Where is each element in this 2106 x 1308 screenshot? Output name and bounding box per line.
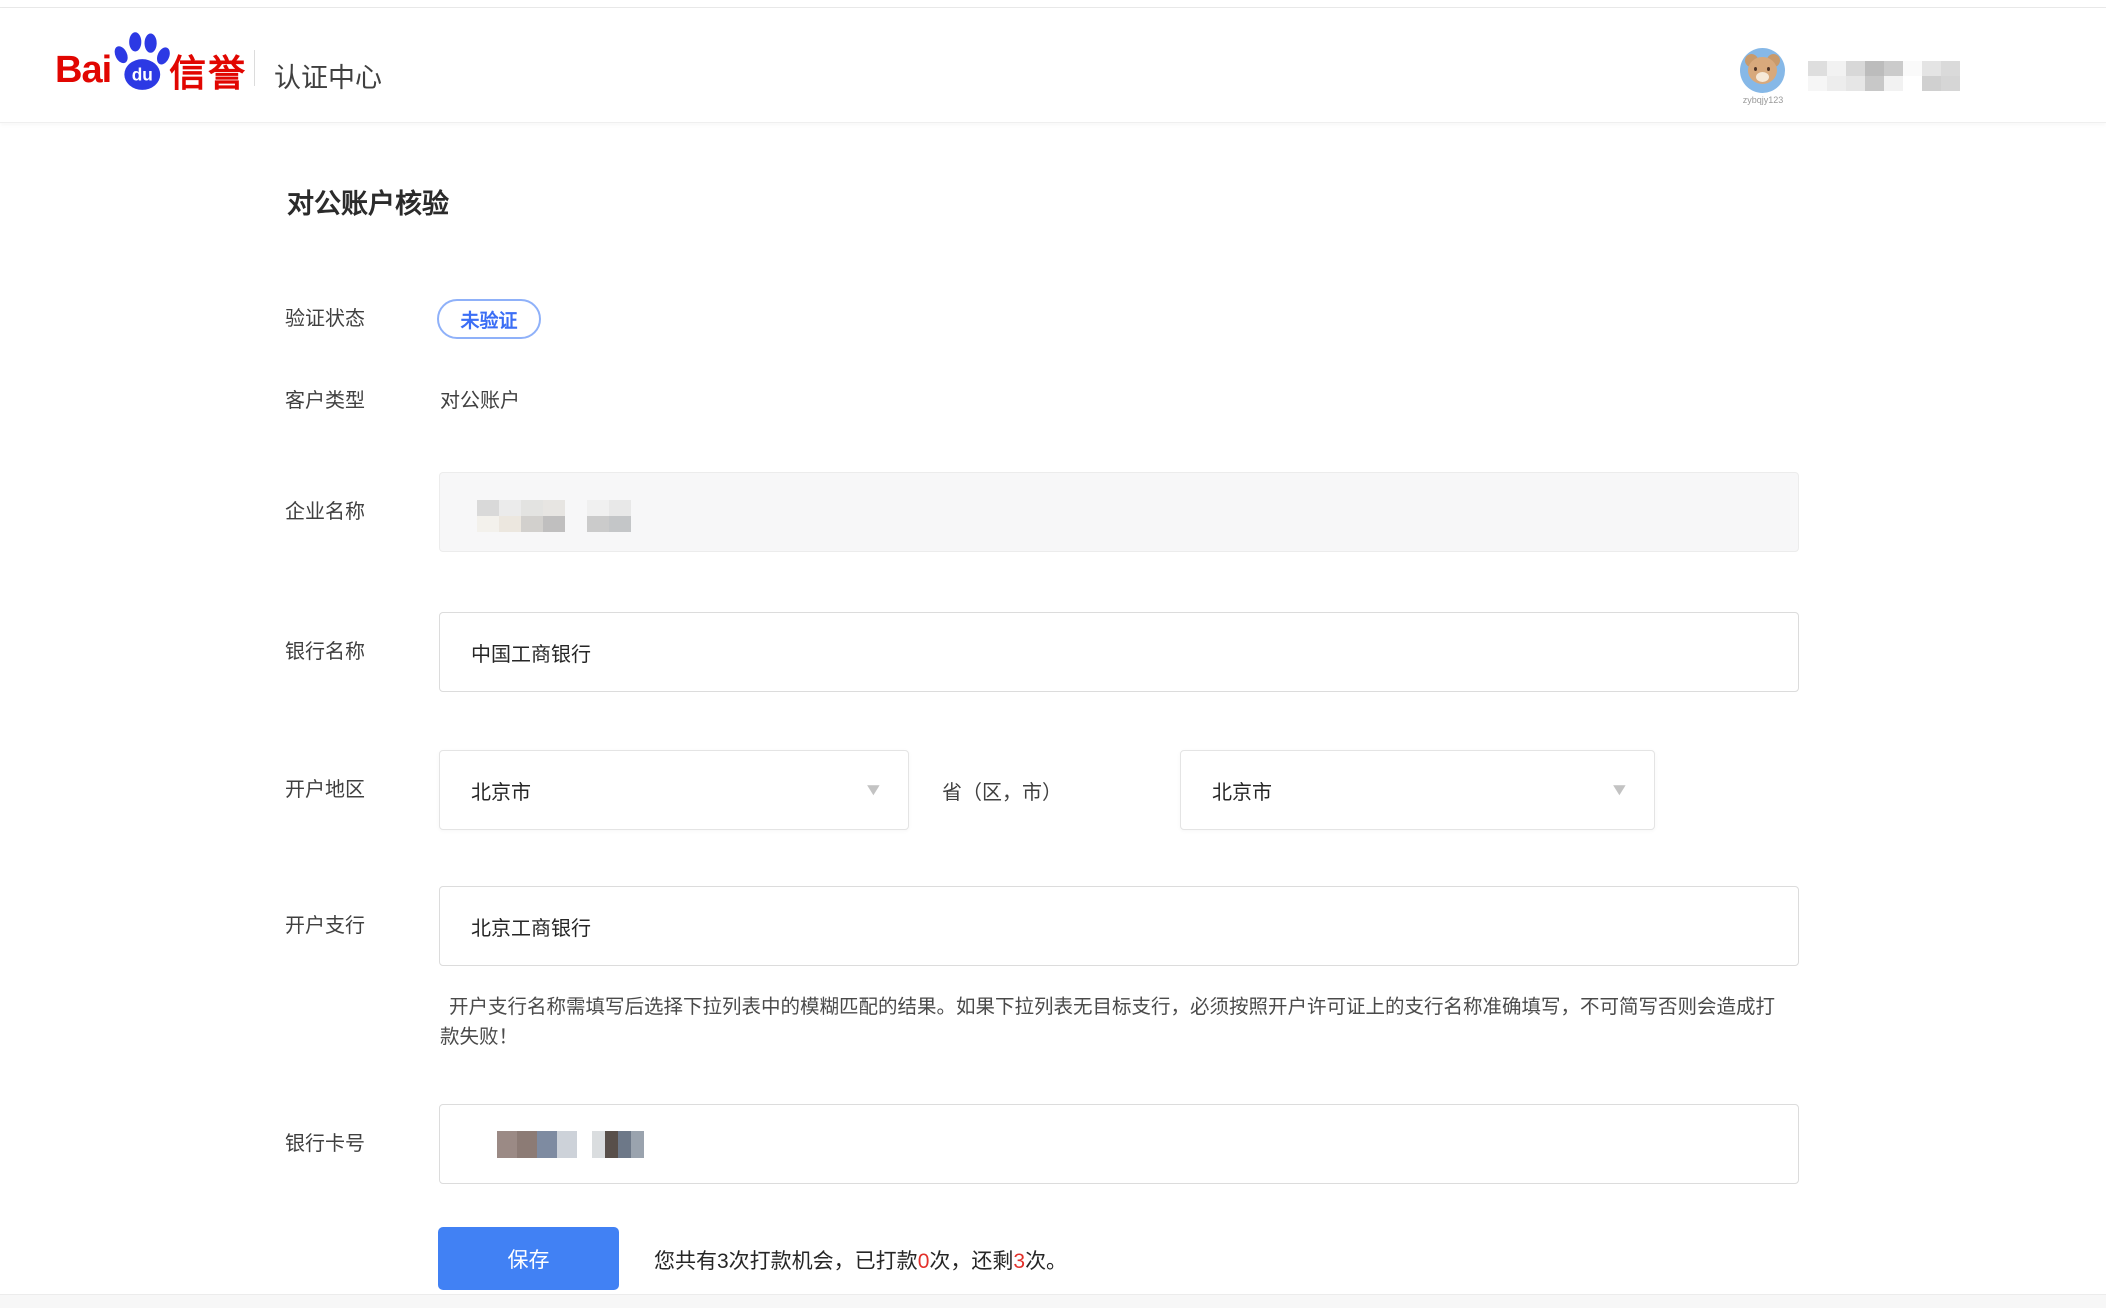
redacted-card-number-1: [497, 1131, 577, 1158]
site-title: 认证中心: [274, 56, 382, 95]
redacted-card-number-2: [592, 1131, 644, 1158]
avatar-username: zybqjy123: [1730, 95, 1796, 105]
redacted-company-name-1: [477, 500, 565, 532]
bank-name-label: 银行名称: [285, 638, 365, 666]
province-select-value: 北京市: [471, 776, 531, 805]
card-number-label: 银行卡号: [285, 1130, 365, 1158]
branch-input[interactable]: 北京工商银行: [439, 886, 1799, 966]
province-select[interactable]: 北京市 ▼: [439, 750, 909, 830]
city-select-value: 北京市: [1212, 776, 1272, 805]
header-bar: Bai du 信誉 认证中心 zybqjy123: [0, 8, 2106, 123]
logo-text-xinyu: 信誉: [169, 43, 247, 97]
bank-name-input[interactable]: 中国工商银行: [439, 612, 1799, 692]
status-label: 验证状态: [285, 305, 365, 333]
logo-text-bai: Bai: [55, 49, 111, 92]
status-badge: 未验证: [437, 299, 541, 339]
bank-name-value: 中国工商银行: [471, 638, 591, 667]
attempts-message: 您共有3次打款机会，已打款0次，还剩3次。: [654, 1245, 1067, 1275]
user-avatar[interactable]: [1740, 48, 1785, 93]
branch-value: 北京工商银行: [471, 912, 591, 941]
footer-strip: [0, 1294, 2106, 1308]
baidu-logo[interactable]: Bai du 信誉: [55, 32, 247, 108]
bear-muzzle: [1756, 72, 1769, 82]
branch-hint: 开户支行名称需填写后选择下拉列表中的模糊匹配的结果。如果下拉列表无目标支行，必须…: [440, 992, 1792, 1052]
save-button[interactable]: 保存: [438, 1227, 619, 1290]
bear-eye-right: [1767, 67, 1770, 71]
chevron-down-icon: ▼: [863, 780, 884, 800]
chevron-down-icon: ▼: [1609, 780, 1630, 800]
page: Bai du 信誉 认证中心 zybqjy123: [0, 0, 2106, 1308]
company-name-input: [439, 472, 1799, 552]
company-name-label: 企业名称: [285, 498, 365, 526]
region-label: 开户地区: [285, 776, 365, 804]
region-middle-label: 省（区，市）: [942, 776, 1062, 805]
customer-type-value: 对公账户: [440, 387, 520, 415]
bear-eye-left: [1754, 67, 1757, 71]
page-title: 对公账户核验: [287, 182, 449, 221]
header-divider: [254, 50, 255, 86]
city-select[interactable]: 北京市 ▼: [1180, 750, 1655, 830]
logo-text-du: du: [132, 64, 153, 84]
customer-type-label: 客户类型: [285, 387, 365, 415]
paw-icon: du: [109, 31, 173, 95]
branch-label: 开户支行: [285, 912, 365, 940]
redacted-username[interactable]: [1808, 61, 1960, 91]
redacted-company-name-2: [587, 500, 631, 532]
